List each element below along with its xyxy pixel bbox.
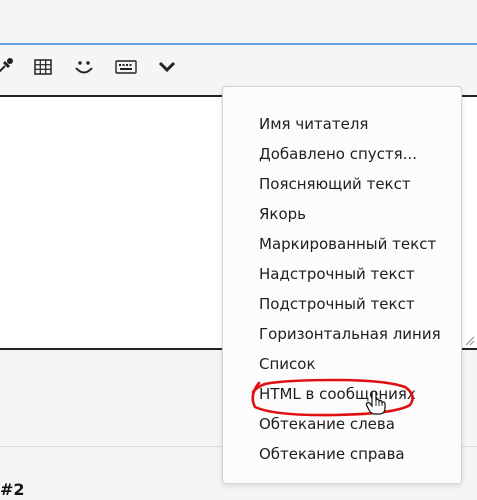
menu-item-explanatory-text[interactable]: Поясняющий текст: [259, 169, 411, 199]
hand-cursor-icon: [365, 391, 386, 415]
highlight-annotation: [251, 378, 414, 417]
menu-item-horizontal-line[interactable]: Горизонтальная линия: [259, 319, 441, 349]
insert-options-dropdown: Имя читателя Добавлено спустя... Поясняю…: [222, 86, 462, 484]
smilies-button[interactable]: [69, 51, 99, 83]
menu-item-list[interactable]: Список: [259, 349, 316, 379]
post-number: #2: [0, 480, 25, 499]
eyedropper-icon: [0, 58, 13, 73]
resize-grip-icon[interactable]: [465, 336, 475, 346]
menu-item-float-right[interactable]: Обтекание справа: [259, 439, 405, 469]
keyboard-icon: [115, 60, 137, 74]
keyboard-button[interactable]: [111, 51, 141, 83]
menu-item-superscript[interactable]: Надстрочный текст: [259, 259, 415, 289]
menu-item-marked-text[interactable]: Маркированный текст: [259, 229, 436, 259]
menu-item-reader-name[interactable]: Имя читателя: [259, 109, 368, 139]
chevron-down-icon: [158, 61, 176, 73]
menu-item-subscript[interactable]: Подстрочный текст: [259, 289, 415, 319]
menu-item-anchor[interactable]: Якорь: [259, 199, 306, 229]
more-options-button[interactable]: [152, 51, 182, 83]
menu-item-added-later[interactable]: Добавлено спустя...: [259, 139, 417, 169]
top-area: [0, 0, 477, 43]
table-button[interactable]: [28, 51, 58, 83]
smiley-icon: [75, 61, 93, 74]
table-icon: [34, 59, 52, 75]
color-picker-button[interactable]: [0, 51, 19, 83]
